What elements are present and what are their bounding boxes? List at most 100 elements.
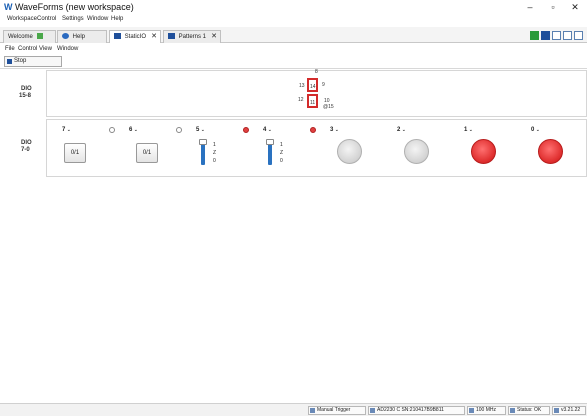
close-tab-icon[interactable]: ✕ [151,31,157,43]
seg-label: 12 [298,97,304,103]
help-icon [62,33,69,40]
seg-upper [307,78,318,92]
slider-tick: 1 [213,142,216,148]
chevron-down-icon[interactable]: ⌄ [467,127,473,133]
plus-icon [36,33,43,40]
menu-workspace[interactable]: Workspace [7,15,37,24]
tab-staticio-label: StaticIO [124,34,147,40]
toggle-button[interactable]: 0/1 [136,143,158,163]
seven-segment-display: 8 13 14 9 12 11 10 @15 [295,70,335,114]
tab-bar: Welcome Help StaticIO ✕ Patterns 1 ✕ [0,27,587,43]
seg-label: 8 [315,69,318,75]
group-label-line1: DIO [21,86,32,92]
minimize-button[interactable]: – [522,2,538,12]
main-menu-bar: Workspace Control Settings Window Help [0,14,587,25]
close-tab-icon[interactable]: ✕ [211,31,217,43]
patterns-icon [168,33,175,40]
slider-tick: Z [213,150,217,156]
close-button[interactable]: ✕ [567,2,583,12]
channel-4: 4 ⌄ 1 Z 0 [255,123,322,173]
slider-tick: 0 [280,158,283,164]
chevron-down-icon[interactable]: ⌄ [65,127,71,133]
slider-handle[interactable] [199,139,207,145]
output-radio[interactable] [109,127,115,133]
slider-handle[interactable] [266,139,274,145]
channel-title[interactable]: 7 ⌄ [62,127,71,134]
waveforms-logo: W [4,2,13,12]
tab-help-label: Help [72,34,86,40]
dock-icon[interactable] [563,31,572,40]
menu-control[interactable]: Control [18,45,37,54]
channel-2: 2 ⌄ [389,123,456,173]
instrument-menu-bar: File Control View Window [0,44,587,55]
menu-view[interactable]: View [39,45,52,54]
tab-help[interactable]: Help [57,30,107,43]
seg-label: 9 [322,82,325,88]
channel-3: 3 ⌄ [322,123,389,173]
chevron-down-icon[interactable]: ⌄ [400,127,406,133]
seg-label: @15 [323,104,334,110]
output-radio[interactable] [176,127,182,133]
chevron-down-icon[interactable]: ⌄ [534,127,540,133]
chevron-down-icon[interactable]: ⌄ [333,127,339,133]
tab-welcome[interactable]: Welcome [3,30,56,43]
output-radio[interactable] [310,127,316,133]
led-indicator [337,139,362,164]
stop-button[interactable]: Stop [4,56,62,67]
manual-trigger-button[interactable]: Manual Trigger [308,406,366,415]
title-bar: W WaveForms (new workspace) – ▫ ✕ [0,0,587,14]
seg-lower [307,94,318,108]
channel-title[interactable]: 3 ⌄ [330,127,339,134]
channel-7: 7 ⌄ 0/1 [54,123,121,173]
menu-settings[interactable]: Settings [62,15,84,24]
channel-title[interactable]: 6 ⌄ [129,127,138,134]
chevron-down-icon[interactable]: ⌄ [266,127,272,133]
channel-5: 5 ⌄ 1 Z 0 [188,123,255,173]
maximize-button[interactable]: ▫ [545,2,561,12]
tab-patterns-label: Patterns 1 [178,34,207,40]
menu-window[interactable]: Window [87,15,108,24]
output-radio[interactable] [243,127,249,133]
seg-label: 13 [299,83,305,89]
staticio-icon [114,33,121,40]
channel-title[interactable]: 4 ⌄ [263,127,272,134]
led-indicator [538,139,563,164]
settings-icon[interactable] [574,31,583,40]
toggle-button[interactable]: 0/1 [64,143,86,163]
divider [0,68,587,69]
tab-staticio[interactable]: StaticIO ✕ [109,30,161,43]
tab-welcome-label: Welcome [8,34,33,40]
slider-tick: 0 [213,158,216,164]
channel-title[interactable]: 5 ⌄ [196,127,205,134]
new-window-icon[interactable] [552,31,561,40]
channel-title[interactable]: 2 ⌄ [397,127,406,134]
stop-button-label: Stop [14,58,27,64]
run-icon[interactable] [530,31,539,40]
stop-icon[interactable] [541,31,550,40]
led-indicator [404,139,429,164]
group-label-line1: DIO [21,140,32,146]
chevron-down-icon[interactable]: ⌄ [132,127,138,133]
channel-1: 1 ⌄ [456,123,523,173]
menu-control[interactable]: Control [37,15,56,24]
device-selector[interactable]: AD2230 C SN:210417B9B811 [368,406,465,415]
menu-window[interactable]: Window [57,45,78,54]
channel-title[interactable]: 0 ⌄ [531,127,540,134]
channel-0: 0 ⌄ [523,123,585,173]
menu-help[interactable]: Help [111,15,123,24]
version-label: v3.21.22 [552,406,586,415]
clock-selector[interactable]: 100 MHz [467,406,506,415]
status-indicator[interactable]: Status: OK [508,406,550,415]
led-indicator [471,139,496,164]
channel-6: 6 ⌄ 0/1 [121,123,188,173]
group-label-line2: 15-8 [19,93,32,99]
window-title: WaveForms (new workspace) [15,2,134,12]
channel-title[interactable]: 1 ⌄ [464,127,473,134]
chevron-down-icon[interactable]: ⌄ [199,127,205,133]
slider-tick: Z [280,150,284,156]
tab-patterns[interactable]: Patterns 1 ✕ [163,30,221,43]
group-label-line2: 7-0 [21,147,30,153]
status-bar: Manual Trigger AD2230 C SN:210417B9B811 … [0,403,587,416]
menu-file[interactable]: File [5,45,15,54]
slider-tick: 1 [280,142,283,148]
